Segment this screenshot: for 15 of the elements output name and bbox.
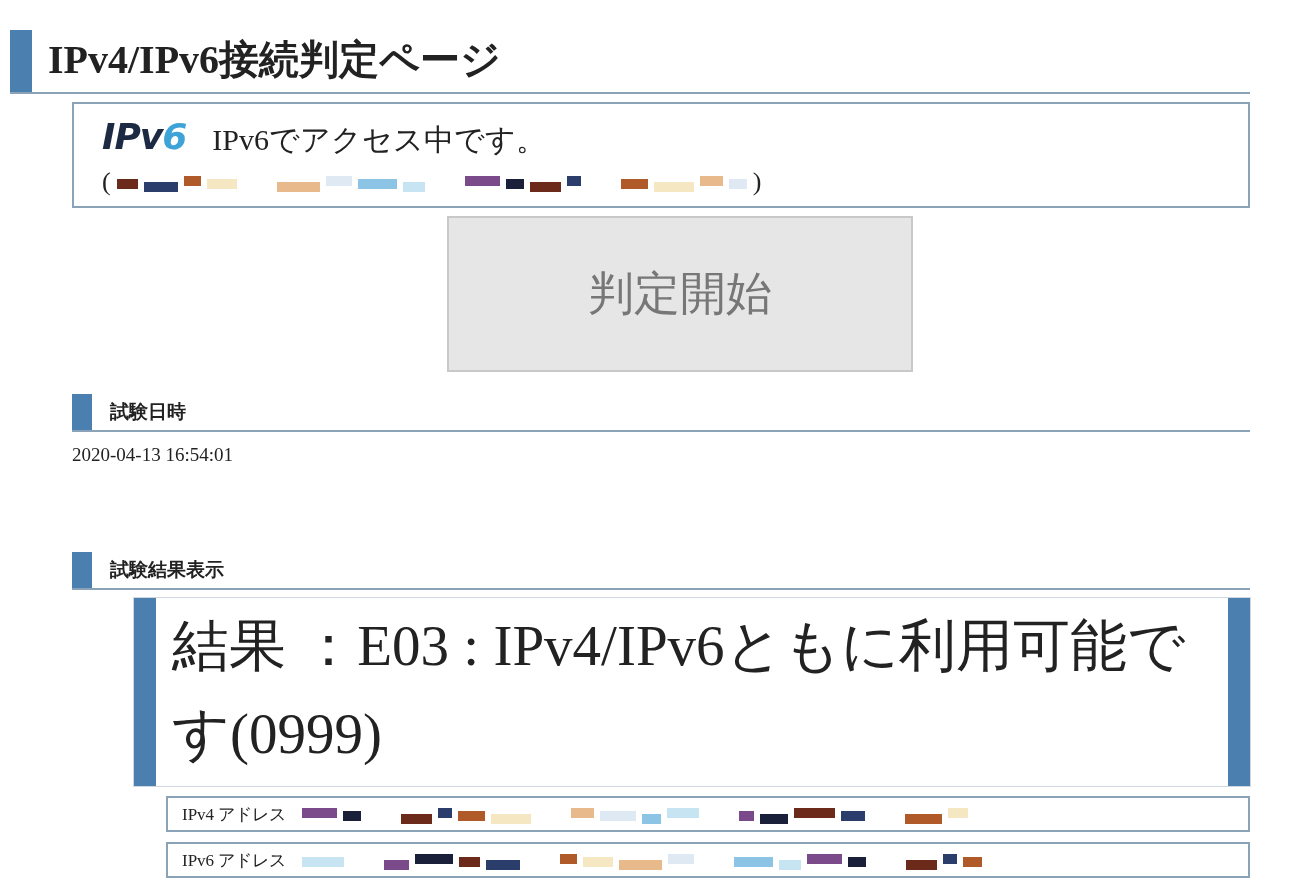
ipv6-logo: IPv6 xyxy=(102,116,187,157)
title-accent-bar xyxy=(10,30,32,92)
section-heading: 試験日時 xyxy=(110,399,186,424)
test-datetime: 2020-04-13 16:54:01 xyxy=(72,444,234,466)
result-message: 結果 ：E03 : IPv4/IPv6ともに利用可能です(0999) xyxy=(134,598,1250,786)
section-heading: 試験結果表示 xyxy=(110,557,224,582)
access-message: IPv6でアクセス中です。 xyxy=(212,122,546,158)
heading-accent-bar xyxy=(72,552,92,588)
start-button[interactable]: 判定開始 xyxy=(447,216,913,372)
paren-text: ( xyxy=(102,167,111,197)
paren-text: ) xyxy=(752,167,762,197)
address-label: IPv6 アドレス xyxy=(182,849,287,872)
page-title: IPv4/IPv6接続判定ページ xyxy=(48,36,502,84)
address-label: IPv4 アドレス xyxy=(182,803,287,826)
heading-accent-bar xyxy=(72,394,92,430)
